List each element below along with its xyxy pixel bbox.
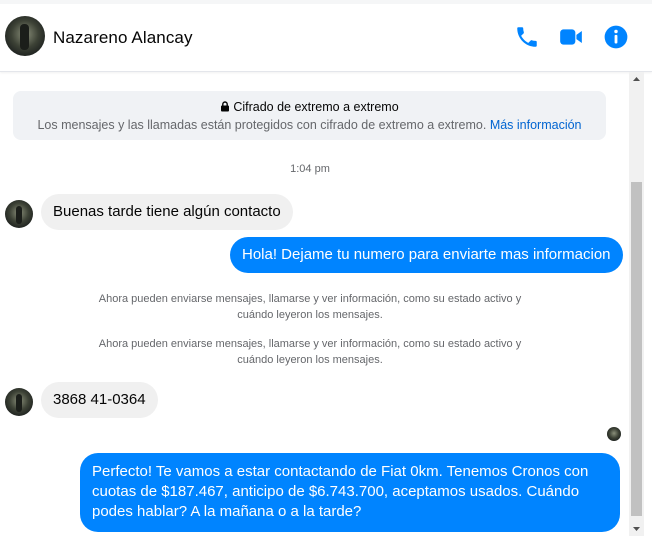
more-info-link[interactable]: Más información bbox=[490, 118, 582, 132]
contact-name[interactable]: Nazareno Alancay bbox=[53, 28, 193, 48]
scrollbar-thumb[interactable] bbox=[631, 182, 642, 516]
encryption-notice: Cifrado de extremo a extremo Los mensaje… bbox=[13, 91, 606, 140]
scrollbar[interactable] bbox=[629, 72, 644, 536]
video-camera-icon[interactable] bbox=[558, 24, 584, 50]
phone-icon[interactable] bbox=[514, 24, 540, 50]
message-timestamp: 1:04 pm bbox=[290, 163, 330, 175]
incoming-message[interactable]: 3868 41-0364 bbox=[41, 382, 158, 418]
encryption-description: Los mensajes y las llamadas están proteg… bbox=[37, 118, 487, 132]
header-top-edge bbox=[0, 0, 652, 4]
system-notice: Ahora pueden enviarse mensajes, llamarse… bbox=[98, 338, 522, 366]
encryption-description-row: Los mensajes y las llamadas están proteg… bbox=[13, 118, 606, 132]
info-icon[interactable] bbox=[603, 24, 629, 50]
read-receipt-avatar bbox=[607, 427, 621, 441]
contact-message-avatar[interactable] bbox=[5, 200, 33, 228]
lock-icon bbox=[221, 101, 230, 112]
outgoing-message[interactable]: Perfecto! Te vamos a estar contactando d… bbox=[80, 453, 620, 532]
contact-avatar[interactable] bbox=[5, 16, 45, 56]
outgoing-message[interactable]: Hola! Dejame tu numero para enviarte mas… bbox=[230, 237, 623, 273]
messenger-chat-window: Nazareno Alancay Cifrado de extremo a ex… bbox=[0, 0, 652, 536]
contact-message-avatar[interactable] bbox=[5, 388, 33, 416]
incoming-message[interactable]: Buenas tarde tiene algún contacto bbox=[41, 194, 293, 230]
system-notice: Ahora pueden enviarse mensajes, llamarse… bbox=[98, 293, 522, 321]
chat-header: Nazareno Alancay bbox=[0, 0, 652, 72]
encryption-title: Cifrado de extremo a extremo bbox=[233, 100, 399, 114]
scroll-up-arrow-icon[interactable] bbox=[629, 72, 644, 86]
encryption-title-row: Cifrado de extremo a extremo bbox=[13, 100, 606, 114]
scroll-down-arrow-icon[interactable] bbox=[629, 522, 644, 536]
